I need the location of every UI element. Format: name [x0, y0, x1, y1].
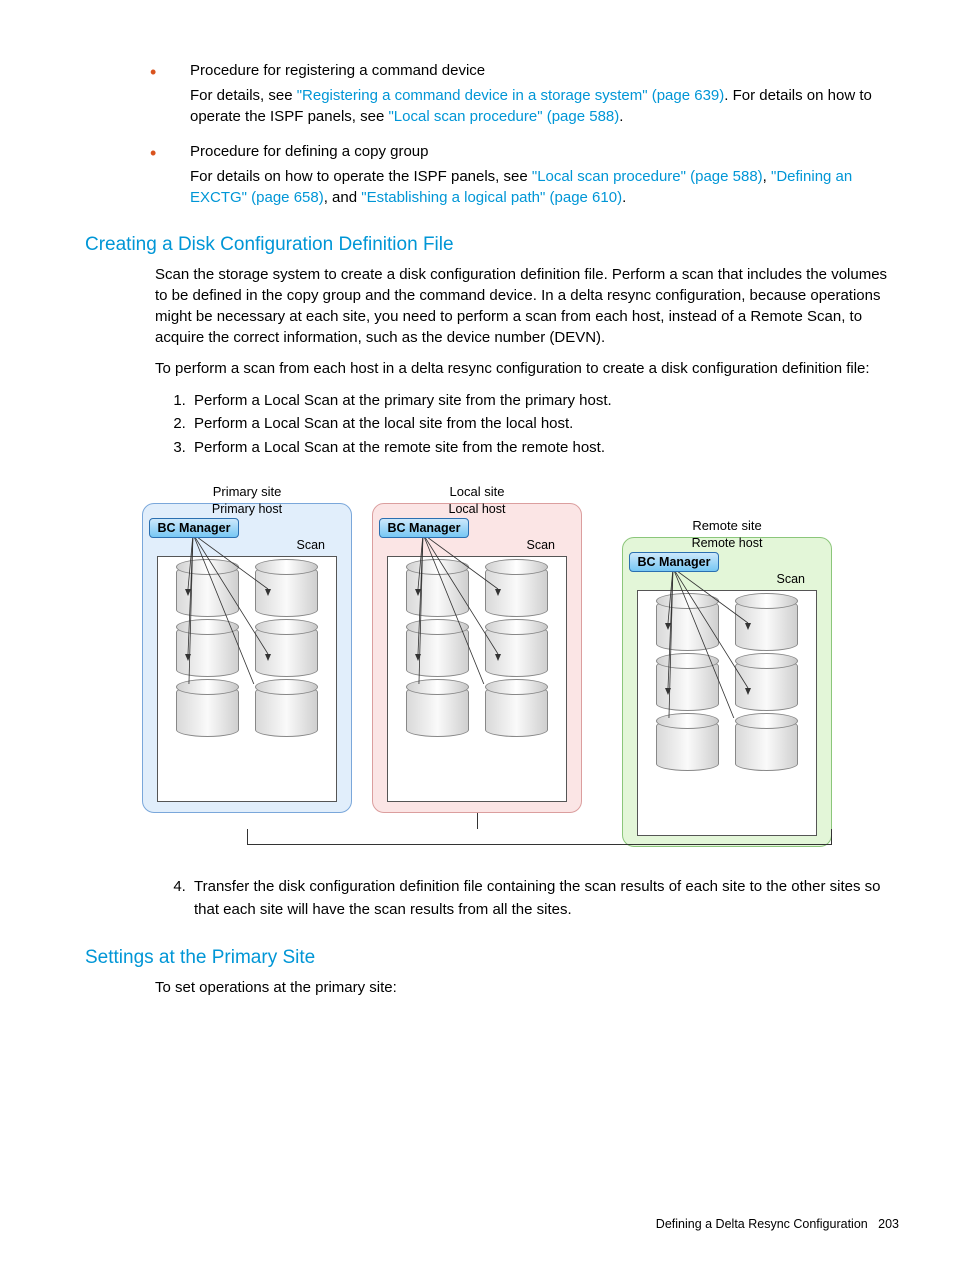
scan-label-remote: Scan [777, 572, 806, 586]
bullet-item: Procedure for registering a command devi… [150, 60, 899, 127]
primary-site-label: Primary site [143, 484, 351, 499]
bus-connector [247, 829, 832, 845]
step-item: Perform a Local Scan at the remote site … [190, 436, 899, 459]
local-host-label: Local host [373, 502, 581, 516]
footer-title: Defining a Delta Resync Configuration [656, 1217, 868, 1231]
site-local: Local site Local host BC Manager Scan [372, 503, 582, 813]
bullet-item: Procedure for defining a copy group For d… [150, 141, 899, 208]
para-settings: To set operations at the primary site: [155, 977, 899, 998]
para-scan-desc: Scan the storage system to create a disk… [155, 264, 899, 348]
storage-remote [637, 590, 817, 836]
bullet-body: For details on how to operate the ISPF p… [190, 166, 899, 208]
xref-link[interactable]: "Establishing a logical path" (page 610) [361, 189, 622, 206]
heading-settings: Settings at the Primary Site [85, 947, 899, 969]
page-footer: Defining a Delta Resync Configuration 20… [656, 1217, 899, 1231]
step-4: Transfer the disk configuration definiti… [190, 875, 899, 922]
bus-stub-local [477, 813, 478, 829]
scan-label-primary: Scan [297, 538, 326, 552]
diagram-container: Primary site Primary host BC Manager Sca… [85, 483, 899, 853]
xref-link[interactable]: "Local scan procedure" (page 588) [532, 168, 763, 185]
bcm-box-local: BC Manager [379, 518, 469, 538]
primary-host-label: Primary host [143, 502, 351, 516]
xref-link[interactable]: "Registering a command device in a stora… [297, 87, 725, 104]
steps-1-3: Perform a Local Scan at the primary site… [155, 389, 899, 459]
site-remote: Remote site Remote host BC Manager Scan [622, 537, 832, 847]
xref-link[interactable]: "Local scan procedure" (page 588) [388, 108, 619, 125]
bullet-title: Procedure for registering a command devi… [190, 60, 899, 81]
steps-4: Transfer the disk configuration definiti… [155, 875, 899, 922]
step-item: Perform a Local Scan at the primary site… [190, 389, 899, 412]
scan-label-local: Scan [527, 538, 556, 552]
para-scan-intro: To perform a scan from each host in a de… [155, 358, 899, 379]
footer-page: 203 [878, 1217, 899, 1231]
site-primary: Primary site Primary host BC Manager Sca… [142, 503, 352, 813]
storage-local [387, 556, 567, 802]
intro-bullets: Procedure for registering a command devi… [150, 60, 899, 208]
bullet-body: For details, see "Registering a command … [190, 85, 899, 127]
remote-host-label: Remote host [623, 536, 831, 550]
delta-resync-diagram: Primary site Primary host BC Manager Sca… [142, 483, 842, 853]
storage-primary [157, 556, 337, 802]
bcm-box-remote: BC Manager [629, 552, 719, 572]
local-site-label: Local site [373, 484, 581, 499]
heading-creating: Creating a Disk Configuration Definition… [85, 234, 899, 256]
step-item: Perform a Local Scan at the local site f… [190, 412, 899, 435]
remote-site-label: Remote site [623, 518, 831, 533]
bcm-box-primary: BC Manager [149, 518, 239, 538]
bullet-title: Procedure for defining a copy group [190, 141, 899, 162]
